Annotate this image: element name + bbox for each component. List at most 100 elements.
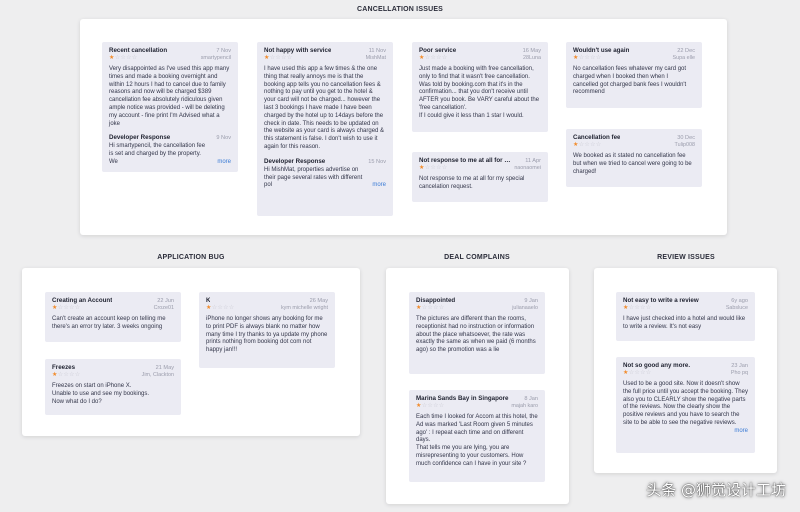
review-author: Tulip008 (674, 142, 695, 148)
review-date: 6y ago (731, 298, 748, 304)
review-date: 23 Jan (731, 363, 748, 369)
review-author: smartypencil (200, 55, 231, 61)
star-rating: ★☆☆☆☆ (264, 55, 292, 61)
more-link[interactable]: more (623, 428, 748, 434)
response-date: 9 Nov (216, 135, 231, 142)
review-title: Disappointed (416, 297, 456, 304)
review-title: K (206, 297, 211, 304)
review-card[interactable]: Disappointed 9 Jan ★☆☆☆☆ julianaaelo The p… (409, 292, 545, 374)
section-title-application-bug: APPLICATION BUG (157, 254, 225, 261)
review-title: Creating an Account (52, 297, 113, 304)
review-date: 21 May (155, 365, 174, 371)
review-title: Not so good any more. (623, 362, 691, 369)
star-rating: ★☆☆☆☆ (52, 305, 80, 311)
review-text: iPhone no longer shows any booking for m… (206, 316, 328, 354)
review-title: Poor service (419, 47, 457, 54)
review-author: Sabsluce (725, 305, 748, 311)
response-date: 15 Nov (368, 158, 386, 165)
developer-response: Developer Response 15 Nov Hi MishMat, pro… (264, 158, 386, 190)
review-date: 7 Nov (216, 48, 231, 54)
more-link[interactable]: more (217, 159, 231, 167)
star-rating: ★☆☆☆☆ (109, 55, 137, 61)
review-card[interactable]: Recent cancellation 7 Nov ★☆☆☆☆ smartypenc… (102, 42, 238, 172)
review-text: Freezes on start on iPhone X. Unable to … (52, 383, 150, 405)
review-title: Wouldn't use again (573, 47, 630, 54)
review-text: Not response to me at all for my special… (419, 176, 525, 190)
star-empty-icon: ☆ (438, 403, 445, 409)
star-empty-icon: ☆ (645, 370, 652, 376)
star-empty-icon: ☆ (595, 142, 602, 148)
review-title: Not easy to write a review (623, 297, 699, 304)
review-text: I have used this app a few times & the o… (264, 66, 385, 150)
developer-response: Developer Response 9 Nov Hi smartypencil,… (109, 134, 231, 166)
star-empty-icon: ☆ (595, 55, 602, 61)
section-title-deal-complains: DEAL COMPLAINS (444, 254, 510, 261)
review-card[interactable]: Not so good any more. 23 Jan ★☆☆☆☆ Pho pq … (616, 357, 755, 453)
review-text: I have just checked into a hotel and wou… (623, 316, 746, 330)
star-rating: ★☆☆☆☆ (623, 305, 651, 311)
review-title: Not happy with service (264, 47, 332, 54)
star-rating: ★☆☆☆☆ (573, 142, 601, 148)
star-empty-icon: ☆ (74, 305, 81, 311)
review-card[interactable]: Freezes 21 May ★☆☆☆☆ Jim, Clackton Freezes… (45, 359, 181, 415)
review-title: Marina Sands Bay in Singapore (416, 395, 509, 402)
star-rating: ★☆☆☆☆ (419, 55, 447, 61)
review-text: The pictures are different than the room… (416, 316, 536, 354)
review-author: naonaomei (514, 165, 541, 171)
review-text: Very disappointed as I've used this app … (109, 66, 230, 127)
application-bug-panel: Creating an Account 22 Jun ★☆☆☆☆ Croze01 C… (22, 268, 360, 436)
star-rating: ★☆☆☆☆ (573, 55, 601, 61)
review-date: 22 Dec (677, 48, 695, 54)
review-author: kym michelle wright (280, 305, 328, 311)
review-card[interactable]: Cancellation fee 30 Dec ★☆☆☆☆ Tulip008 We … (566, 129, 702, 187)
star-empty-icon: ☆ (228, 305, 235, 311)
review-title: Freezes (52, 364, 76, 371)
star-rating: ★☆☆☆☆ (623, 370, 651, 376)
star-empty-icon: ☆ (131, 55, 138, 61)
review-issues-panel: Not easy to write a review 6y ago ★☆☆☆☆ Sa… (594, 268, 777, 473)
section-title-review-issues: REVIEW ISSUES (657, 254, 715, 261)
cancellation-panel: Recent cancellation 7 Nov ★☆☆☆☆ smartypenc… (80, 19, 727, 235)
star-empty-icon: ☆ (441, 55, 448, 61)
review-date: 16 May (522, 48, 541, 54)
review-author: 28Luna (523, 55, 541, 61)
review-card[interactable]: Not response to me at all for my... 11 Ap… (412, 152, 548, 202)
review-text: Just made a booking with free cancellati… (419, 66, 540, 119)
response-text: Hi MishMat, properties advertise on thei… (264, 166, 363, 189)
star-rating: ★☆☆☆☆ (416, 305, 444, 311)
review-card[interactable]: Wouldn't use again 22 Dec ★☆☆☆☆ Supa elle … (566, 42, 702, 108)
review-title: Recent cancellation (109, 47, 168, 54)
review-card[interactable]: Creating an Account 22 Jun ★☆☆☆☆ Croze01 C… (45, 292, 181, 342)
watermark: 头条 @狮觉设计工坊 (646, 481, 786, 499)
review-date: 11 Nov (368, 48, 386, 54)
review-author: Pho pq (730, 370, 748, 376)
review-text: Each time I looked for Accom at this hot… (416, 414, 538, 467)
review-text: Used to be a good site. Now it doesn't s… (623, 381, 748, 426)
review-card[interactable]: Poor service 16 May ★☆☆☆☆ 28Luna Just made… (412, 42, 548, 132)
review-card[interactable]: Not easy to write a review 6y ago ★☆☆☆☆ Sa… (616, 292, 755, 341)
star-rating: ★☆☆☆☆ (419, 165, 447, 171)
review-card[interactable]: Marina Sands Bay in Singapore 8 Jan ★☆☆☆☆… (409, 390, 545, 482)
review-author: Jim, Clackton (141, 372, 174, 378)
star-rating: ★☆☆☆☆ (206, 305, 234, 311)
review-author: Supa elle (672, 55, 695, 61)
review-author: MishMat (365, 55, 386, 61)
review-date: 8 Jan (524, 396, 538, 402)
response-title: Developer Response (109, 134, 171, 142)
review-title: Not response to me at all for my... (419, 157, 515, 164)
review-date: 22 Jun (157, 298, 174, 304)
review-date: 30 Dec (677, 135, 695, 141)
review-title: Cancellation fee (573, 134, 621, 141)
review-card[interactable]: Not happy with service 11 Nov ★☆☆☆☆ MishMa… (257, 42, 393, 216)
review-card[interactable]: K 26 May ★☆☆☆☆ kym michelle wright iPhone … (199, 292, 335, 368)
star-rating: ★☆☆☆☆ (416, 403, 444, 409)
review-text: We booked as it stated no cancellation f… (573, 153, 692, 175)
response-text: Hi smartypencil, the cancellation fee is… (109, 143, 206, 165)
more-link[interactable]: more (372, 182, 386, 190)
star-empty-icon: ☆ (645, 305, 652, 311)
review-author: julianaaelo (512, 305, 538, 311)
deal-complains-panel: Disappointed 9 Jan ★☆☆☆☆ julianaaelo The p… (386, 268, 569, 504)
section-title-cancellation: CANCELLATION ISSUES (356, 6, 444, 13)
star-empty-icon: ☆ (74, 372, 81, 378)
review-date: 11 Apr (525, 158, 541, 164)
